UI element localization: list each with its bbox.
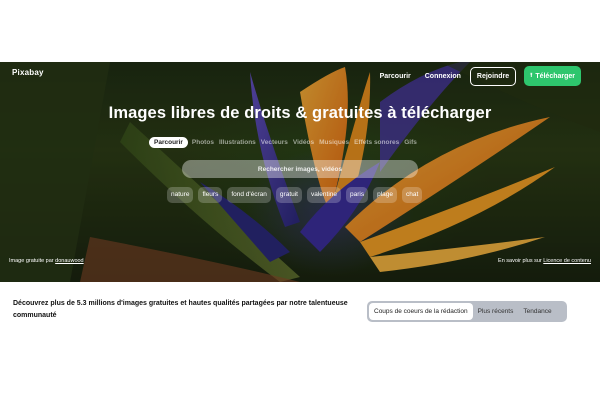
- join-button[interactable]: Rejoindre: [469, 66, 517, 86]
- upload-arrow-icon: ⭱: [530, 73, 533, 79]
- upload-button[interactable]: ⭱ Télécharger: [524, 66, 581, 86]
- tag-chip[interactable]: gratuit: [275, 187, 302, 203]
- tab-explore[interactable]: Parcourir: [149, 137, 188, 148]
- license-info: En savoir plus sur Licence de contenu: [498, 258, 591, 264]
- license-link[interactable]: Licence de contenu: [543, 258, 591, 264]
- tab-music[interactable]: Musiques: [319, 139, 349, 146]
- search-input[interactable]: Rechercher images, vidéos: [182, 160, 418, 178]
- top-nav: Parcourir Connexion Rejoindre ⭱ Téléchar…: [373, 66, 581, 86]
- search-placeholder: Rechercher images, vidéos: [257, 165, 343, 173]
- tag-chip[interactable]: fond d'écran: [227, 187, 271, 203]
- filter-editors-choice[interactable]: Coups de coeurs de la rédaction: [369, 303, 473, 320]
- license-prefix: En savoir plus sur: [498, 258, 544, 264]
- tab-vectors[interactable]: Vecteurs: [261, 139, 288, 146]
- tab-illustrations[interactable]: Illustrations: [219, 139, 256, 146]
- nav-explore-link[interactable]: Parcourir: [373, 73, 418, 80]
- media-type-tabs: Parcourir Photos Illustrations Vecteurs …: [149, 137, 422, 148]
- tag-chip[interactable]: fleurs: [198, 187, 223, 203]
- credit-author-link[interactable]: donauwood: [55, 258, 83, 264]
- page: Pixabay Parcourir Connexion Rejoindre ⭱ …: [0, 0, 600, 400]
- tag-chip[interactable]: valentine: [307, 187, 342, 203]
- tab-photos[interactable]: Photos: [192, 139, 214, 146]
- credit-prefix: Image gratuite par: [9, 258, 56, 264]
- tag-chip[interactable]: nature: [167, 187, 194, 203]
- hero-title: Images libres de droits & gratuites à té…: [108, 104, 492, 122]
- tag-chip[interactable]: paris: [346, 187, 369, 203]
- nav-login-link[interactable]: Connexion: [418, 73, 468, 80]
- filter-trending[interactable]: Tendance: [518, 308, 556, 315]
- feed-filter-tabs: Coups de coeurs de la rédaction Plus réc…: [367, 301, 567, 322]
- upload-button-label: Télécharger: [535, 72, 575, 80]
- suggested-tags: nature fleurs fond d'écran gratuit valen…: [167, 187, 423, 203]
- site-description: Découvrez plus de 5.3 millions d'images …: [13, 300, 348, 319]
- pixabay-logo[interactable]: Pixabay: [12, 68, 44, 77]
- tag-chip[interactable]: chat: [402, 187, 423, 203]
- tab-gifs[interactable]: Gifs: [404, 139, 417, 146]
- tag-chip[interactable]: plage: [373, 187, 398, 203]
- filter-latest[interactable]: Plus récents: [473, 308, 519, 315]
- tab-sound-effects[interactable]: Effets sonores: [354, 139, 399, 146]
- tab-videos[interactable]: Vidéos: [293, 139, 314, 146]
- hero-banner: Pixabay Parcourir Connexion Rejoindre ⭱ …: [0, 62, 600, 282]
- image-credit: Image gratuite par donauwood: [9, 258, 84, 264]
